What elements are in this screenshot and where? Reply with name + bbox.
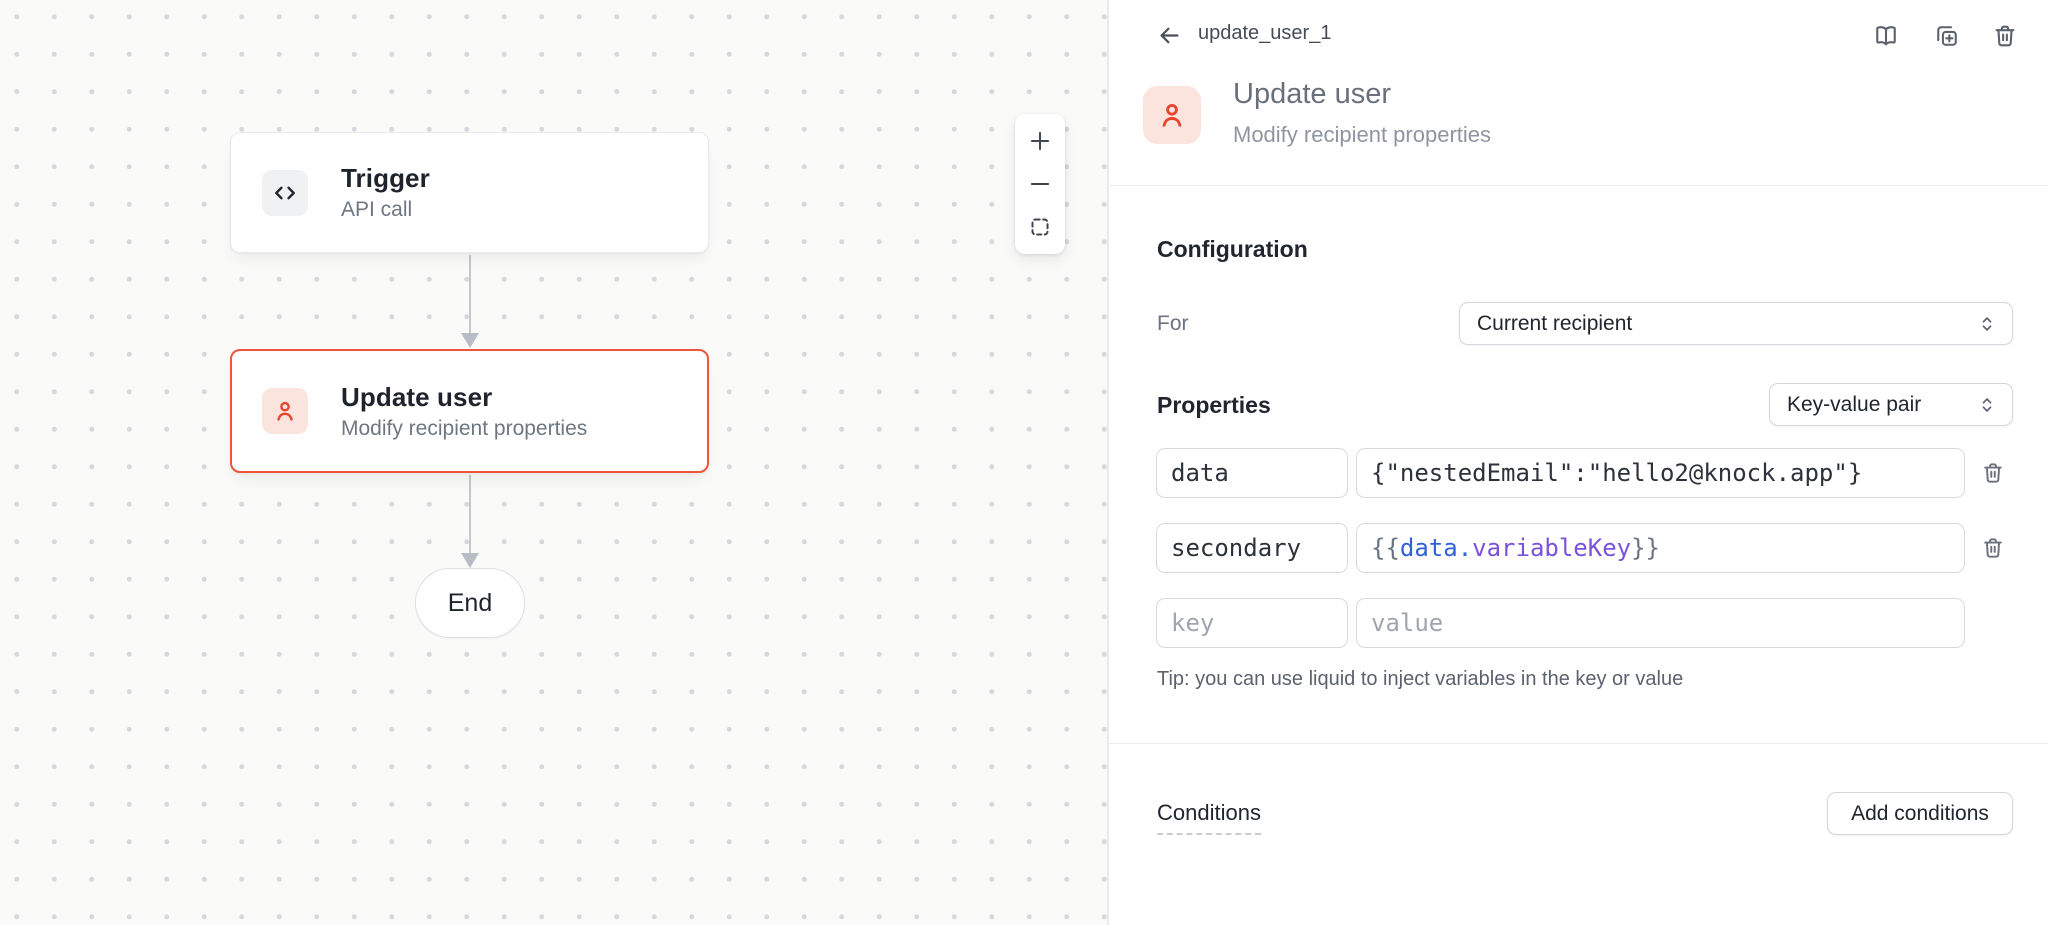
zoom-controls <box>1015 114 1065 254</box>
properties-label: Properties <box>1157 392 1271 419</box>
plus-icon <box>1027 128 1053 154</box>
divider <box>1109 743 2048 744</box>
fit-view-icon <box>1028 215 1052 239</box>
liquid-close: }} <box>1631 534 1660 562</box>
user-icon <box>1155 98 1189 132</box>
step-title: Update user <box>1233 78 1391 111</box>
configuration-heading: Configuration <box>1157 236 1308 263</box>
for-select-value: Current recipient <box>1477 312 1632 336</box>
kv-value-input-empty[interactable] <box>1356 598 1965 648</box>
node-subtitle: API call <box>341 195 430 224</box>
liquid-path: data. <box>1400 534 1472 562</box>
step-type-icon-badge <box>1143 86 1201 144</box>
docs-button[interactable] <box>1866 16 1906 56</box>
node-title: Update user <box>341 380 587 414</box>
workflow-node-end[interactable]: End <box>415 568 525 638</box>
kv-row-delete-button[interactable] <box>1975 455 2011 491</box>
duplicate-button[interactable] <box>1927 16 1967 56</box>
chevron-up-down-icon <box>1976 313 1998 335</box>
properties-mode-value: Key-value pair <box>1787 393 1921 417</box>
duplicate-icon <box>1933 22 1961 50</box>
trash-icon <box>1980 460 2006 486</box>
trash-icon <box>1980 535 2006 561</box>
step-subtitle: Modify recipient properties <box>1233 122 1491 148</box>
chevron-up-down-icon <box>1976 394 1998 416</box>
minus-icon <box>1027 171 1053 197</box>
trash-icon <box>1991 22 2019 50</box>
add-conditions-button[interactable]: Add conditions <box>1827 792 2013 835</box>
workflow-node-update-user[interactable]: Update user Modify recipient properties <box>230 349 709 473</box>
divider <box>1109 185 2048 186</box>
workflow-canvas[interactable]: Trigger API call Update user Modify reci… <box>0 0 1108 925</box>
book-open-icon <box>1872 22 1900 50</box>
for-label: For <box>1157 312 1189 336</box>
panel-title: update_user_1 <box>1198 22 1331 45</box>
fit-view-button[interactable] <box>1015 207 1065 247</box>
properties-mode-select[interactable]: Key-value pair <box>1769 383 2013 426</box>
for-select[interactable]: Current recipient <box>1459 302 2013 345</box>
code-icon <box>262 170 308 216</box>
kv-key-input-empty[interactable] <box>1156 598 1348 648</box>
liquid-variable: variableKey <box>1472 534 1631 562</box>
liquid-open: {{ <box>1371 534 1400 562</box>
kv-key-input[interactable] <box>1156 448 1348 498</box>
zoom-in-button[interactable] <box>1015 121 1065 161</box>
kv-tip-text: Tip: you can use liquid to inject variab… <box>1157 668 1683 691</box>
workflow-node-trigger[interactable]: Trigger API call <box>230 132 709 253</box>
kv-key-input[interactable] <box>1156 523 1348 573</box>
panel-header: update_user_1 <box>1109 0 2048 68</box>
arrow-left-icon <box>1156 22 1183 49</box>
delete-step-button[interactable] <box>1985 16 2025 56</box>
user-icon <box>262 388 308 434</box>
kv-row-delete-button[interactable] <box>1975 530 2011 566</box>
end-node-label: End <box>448 589 492 618</box>
kv-value-input[interactable]: {{data.variableKey}} <box>1356 523 1965 573</box>
kv-value-input[interactable] <box>1356 448 1965 498</box>
step-settings-panel: update_user_1 <box>1108 0 2048 925</box>
zoom-out-button[interactable] <box>1015 164 1065 204</box>
conditions-heading: Conditions <box>1157 800 1261 835</box>
back-button[interactable] <box>1151 17 1187 53</box>
node-subtitle: Modify recipient properties <box>341 414 587 443</box>
node-title: Trigger <box>341 161 430 195</box>
workflow-editor: Trigger API call Update user Modify reci… <box>0 0 2048 925</box>
